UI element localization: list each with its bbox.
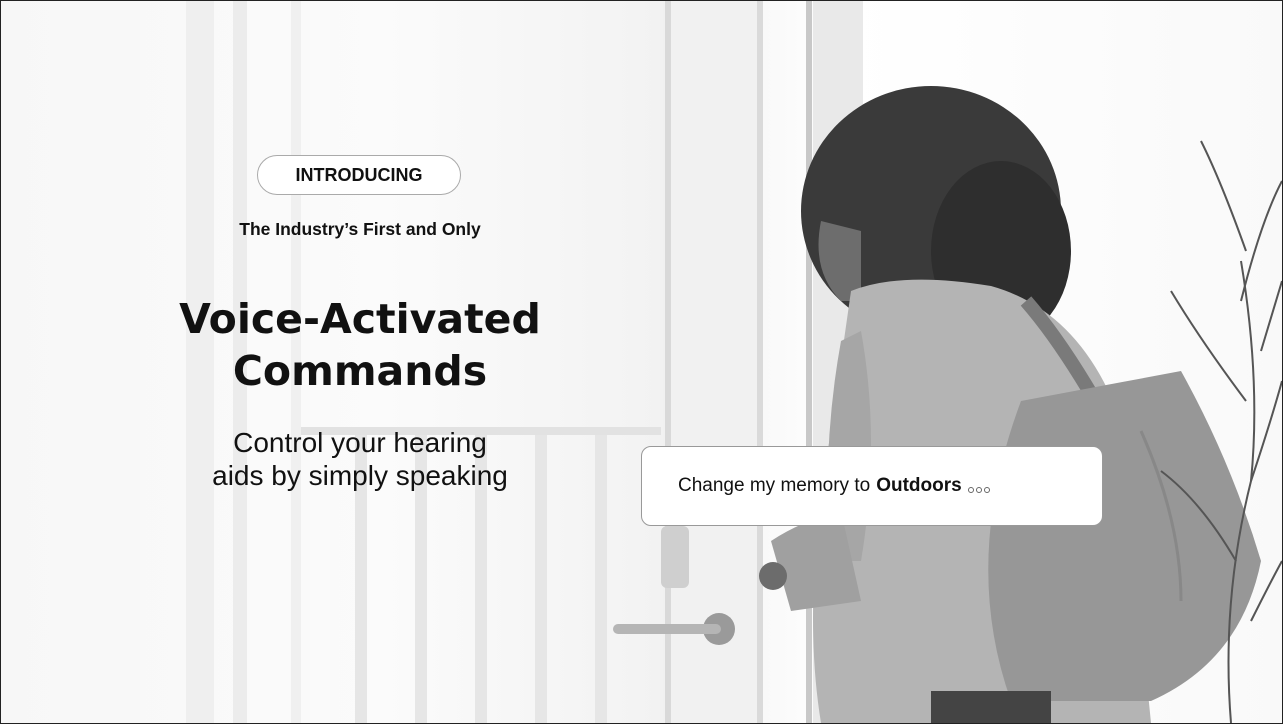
voice-command-prefix: Change my memory to: [678, 475, 871, 496]
typing-dots-icon: [967, 487, 990, 493]
slide: INTRODUCING The Industry’s First and Onl…: [0, 0, 1283, 724]
introducing-badge-label: INTRODUCING: [295, 164, 423, 185]
voice-command-bubble: Change my memory to Outdoors: [641, 446, 1103, 526]
description-line-1: Control your hearing: [233, 427, 487, 458]
subtitle: The Industry’s First and Only: [239, 219, 481, 239]
title-line-1: Voice-Activated: [179, 295, 541, 343]
description: Control your hearing aids by simply spea…: [121, 426, 599, 492]
title-line-2: Commands: [232, 347, 488, 395]
page-title: Voice-Activated Commands: [111, 293, 609, 397]
voice-command-emphasis: Outdoors: [876, 475, 962, 496]
description-line-2: aids by simply speaking: [212, 460, 508, 491]
introducing-badge: INTRODUCING: [257, 155, 461, 195]
